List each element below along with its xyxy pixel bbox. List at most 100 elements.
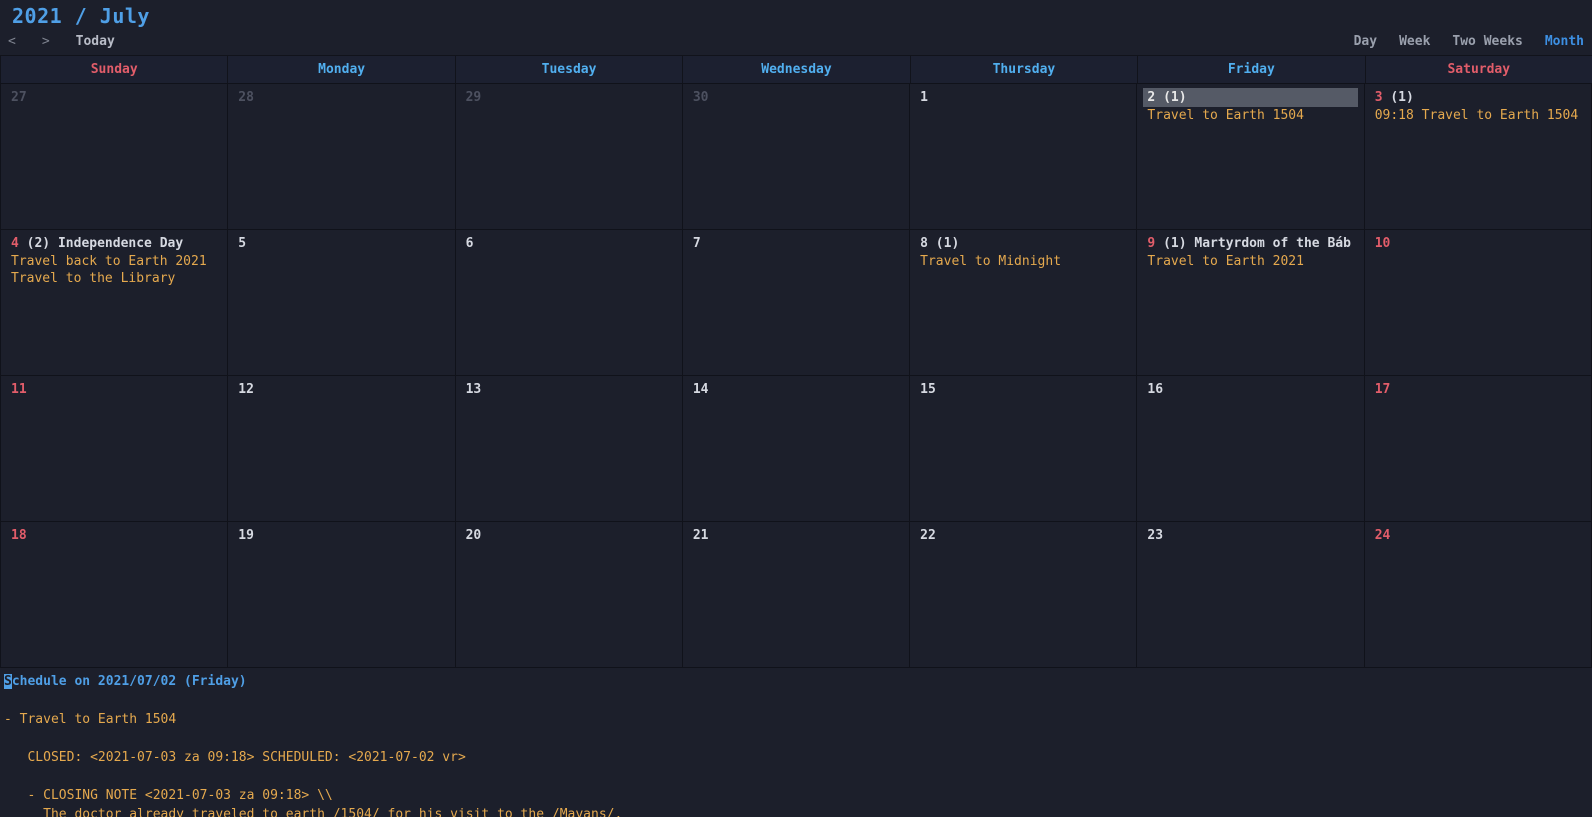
next-button[interactable]: > — [42, 34, 50, 49]
calendar-header: 2021 / July — [0, 0, 1592, 30]
event-count: (1) — [1383, 90, 1414, 105]
day-header: 10 — [1371, 234, 1585, 253]
day-cell[interactable]: 23 — [1137, 522, 1364, 668]
day-number: 11 — [11, 382, 27, 397]
day-number: 27 — [11, 90, 27, 105]
day-cell[interactable]: 3 (1)09:18 Travel to Earth 1504 — [1365, 84, 1592, 230]
day-header: 24 — [1371, 526, 1585, 545]
day-header: 14 — [689, 380, 903, 399]
day-header: 7 — [689, 234, 903, 253]
day-header: 19 — [234, 526, 448, 545]
day-cell[interactable]: 2 (1)Travel to Earth 1504 — [1137, 84, 1364, 230]
day-cell[interactable]: 11 — [1, 376, 228, 522]
view-two-weeks[interactable]: Two Weeks — [1452, 34, 1522, 49]
day-number: 16 — [1147, 382, 1163, 397]
day-header: 21 — [689, 526, 903, 545]
day-cell[interactable]: 19 — [228, 522, 455, 668]
day-header: 17 — [1371, 380, 1585, 399]
day-cell[interactable]: 6 — [456, 230, 683, 376]
dow-sunday: Sunday — [0, 56, 227, 83]
day-number: 4 — [11, 236, 19, 251]
day-cell[interactable]: 24 — [1365, 522, 1592, 668]
event-item[interactable]: Travel to the Library — [7, 270, 221, 287]
day-cell[interactable]: 17 — [1365, 376, 1592, 522]
event-item[interactable]: Travel to Earth 2021 — [1143, 253, 1357, 270]
holiday-label: Martyrdom of the Báb — [1187, 236, 1351, 251]
day-cell[interactable]: 14 — [683, 376, 910, 522]
details-panel: Schedule on 2021/07/02 (Friday) - Travel… — [0, 668, 1592, 817]
day-cell[interactable]: 13 — [456, 376, 683, 522]
day-cell[interactable]: 27 — [1, 84, 228, 230]
event-count: (1) — [928, 236, 959, 251]
day-header: 30 — [689, 88, 903, 107]
view-week[interactable]: Week — [1399, 34, 1430, 49]
title-month: July — [100, 4, 150, 28]
day-cell[interactable]: 4 (2) Independence DayTravel back to Ear… — [1, 230, 228, 376]
day-header: 16 — [1143, 380, 1357, 399]
details-line: CLOSED: <2021-07-03 za 09:18> SCHEDULED:… — [0, 748, 1592, 767]
event-count: (1) — [1155, 236, 1186, 251]
day-number: 10 — [1375, 236, 1391, 251]
day-number: 6 — [466, 236, 474, 251]
day-header: 23 — [1143, 526, 1357, 545]
details-line: - CLOSING NOTE <2021-07-03 za 09:18> \\ — [0, 786, 1592, 805]
day-header: 27 — [7, 88, 221, 107]
day-number: 24 — [1375, 528, 1391, 543]
day-number: 13 — [466, 382, 482, 397]
day-cell[interactable]: 29 — [456, 84, 683, 230]
day-number: 20 — [466, 528, 482, 543]
day-number: 17 — [1375, 382, 1391, 397]
day-cell[interactable]: 21 — [683, 522, 910, 668]
day-header: 6 — [462, 234, 676, 253]
today-button[interactable]: Today — [76, 34, 115, 49]
day-number: 8 — [920, 236, 928, 251]
prev-button[interactable]: < — [8, 34, 16, 49]
day-header: 4 (2) Independence Day — [7, 234, 221, 253]
details-title: Schedule on 2021/07/02 (Friday) — [0, 672, 1592, 691]
day-number: 1 — [920, 90, 928, 105]
cursor: S — [4, 674, 12, 689]
details-line: The doctor already traveled to earth /15… — [0, 805, 1592, 817]
dow-friday: Friday — [1137, 56, 1364, 83]
day-header: 3 (1) — [1371, 88, 1585, 107]
holiday-label: Independence Day — [50, 236, 183, 251]
details-line — [0, 729, 1592, 748]
day-number: 29 — [466, 90, 482, 105]
day-number: 12 — [238, 382, 254, 397]
title-year: 2021 — [12, 4, 62, 28]
day-cell[interactable]: 30 — [683, 84, 910, 230]
day-cell[interactable]: 15 — [910, 376, 1137, 522]
day-cell[interactable]: 20 — [456, 522, 683, 668]
view-day[interactable]: Day — [1354, 34, 1377, 49]
day-header: 1 — [916, 88, 1130, 107]
day-number: 15 — [920, 382, 936, 397]
day-header: 12 — [234, 380, 448, 399]
day-header: 15 — [916, 380, 1130, 399]
event-item[interactable]: Travel back to Earth 2021 — [7, 253, 221, 270]
event-item[interactable]: Travel to Earth 1504 — [1143, 107, 1357, 124]
day-cell[interactable]: 16 — [1137, 376, 1364, 522]
event-item[interactable]: 09:18 Travel to Earth 1504 — [1371, 107, 1585, 124]
day-cell[interactable]: 5 — [228, 230, 455, 376]
calendar-grid: 2728293012 (1)Travel to Earth 15043 (1)0… — [0, 84, 1592, 668]
day-cell[interactable]: 9 (1) Martyrdom of the BábTravel to Eart… — [1137, 230, 1364, 376]
day-header: 18 — [7, 526, 221, 545]
event-item[interactable]: Travel to Midnight — [916, 253, 1130, 270]
day-cell[interactable]: 1 — [910, 84, 1137, 230]
day-number: 7 — [693, 236, 701, 251]
day-cell[interactable]: 10 — [1365, 230, 1592, 376]
details-title-text: chedule on 2021/07/02 (Friday) — [12, 674, 247, 689]
day-cell[interactable]: 8 (1)Travel to Midnight — [910, 230, 1137, 376]
day-cell[interactable]: 28 — [228, 84, 455, 230]
day-header: 29 — [462, 88, 676, 107]
day-cell[interactable]: 12 — [228, 376, 455, 522]
day-of-week-header: SundayMondayTuesdayWednesdayThursdayFrid… — [0, 55, 1592, 84]
day-header: 8 (1) — [916, 234, 1130, 253]
day-number: 28 — [238, 90, 254, 105]
day-cell[interactable]: 7 — [683, 230, 910, 376]
day-number: 5 — [238, 236, 246, 251]
day-cell[interactable]: 22 — [910, 522, 1137, 668]
day-cell[interactable]: 18 — [1, 522, 228, 668]
day-number: 14 — [693, 382, 709, 397]
view-month[interactable]: Month — [1545, 34, 1584, 49]
